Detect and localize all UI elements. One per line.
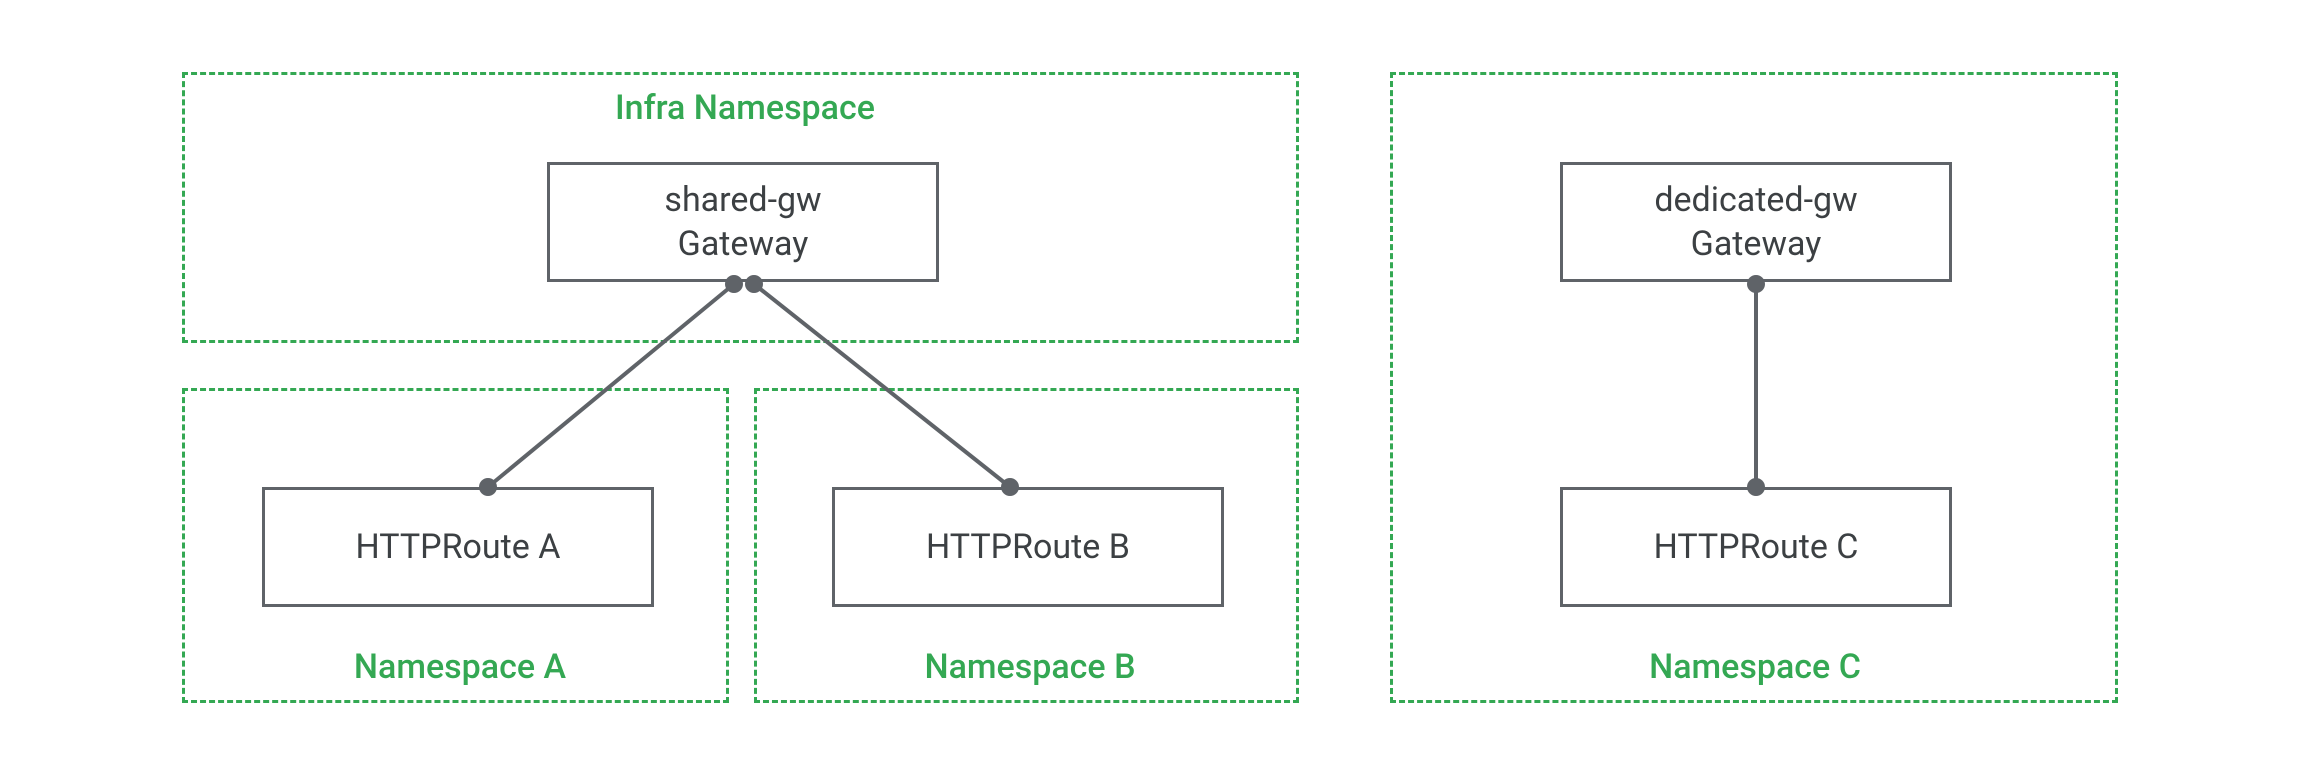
namespace-b-label: Namespace B (905, 647, 1155, 687)
httproute-a-box: HTTPRoute A (262, 487, 654, 607)
dedicated-gw-line2: Gateway (1691, 222, 1822, 266)
httproute-c-label: HTTPRoute C (1654, 525, 1859, 569)
httproute-a-label: HTTPRoute A (356, 525, 561, 569)
shared-gw-line2: Gateway (678, 222, 809, 266)
dedicated-gw-line1: dedicated-gw (1654, 178, 1857, 222)
shared-gw-gateway-box: shared-gw Gateway (547, 162, 939, 282)
shared-gw-line1: shared-gw (664, 178, 821, 222)
httproute-c-box: HTTPRoute C (1560, 487, 1952, 607)
httproute-b-label: HTTPRoute B (926, 525, 1130, 569)
namespace-a-label: Namespace A (335, 647, 585, 687)
infra-namespace-label: Infra Namespace (595, 88, 895, 128)
namespace-c-label: Namespace C (1630, 647, 1880, 687)
httproute-b-box: HTTPRoute B (832, 487, 1224, 607)
dedicated-gw-gateway-box: dedicated-gw Gateway (1560, 162, 1952, 282)
